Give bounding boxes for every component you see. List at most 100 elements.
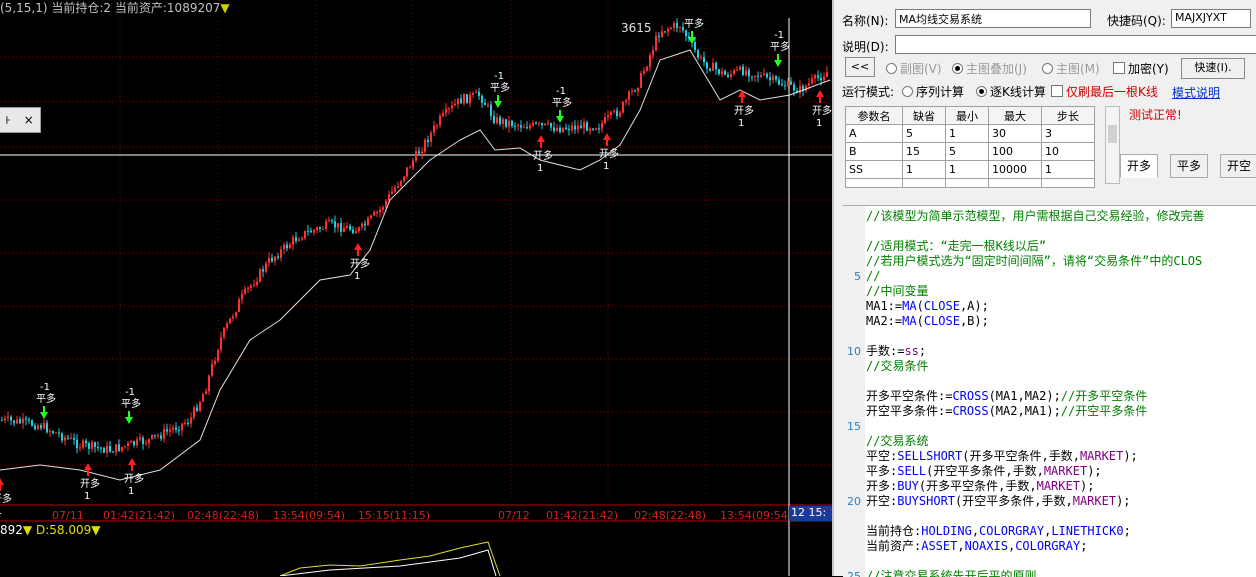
code-line[interactable]: 5 // bbox=[854, 269, 1204, 284]
tab-open-long[interactable]: 开多 bbox=[1120, 154, 1159, 178]
desc-input[interactable] bbox=[895, 35, 1256, 54]
candle-body bbox=[433, 125, 435, 133]
candle-body bbox=[256, 281, 258, 286]
param-scrollbar[interactable] bbox=[1105, 106, 1120, 184]
code-line[interactable]: //若用户模式选为“固定时间间隔”，请将“交易条件”中的CLOS bbox=[866, 254, 1204, 269]
param-body[interactable]: A 5 1 30 3 B 15 5 100 10 SS 1 1 10000 1 bbox=[845, 124, 1095, 188]
param-cell[interactable] bbox=[1041, 178, 1095, 188]
param-cell[interactable]: 1 bbox=[945, 160, 989, 179]
param-cell[interactable]: 30 bbox=[988, 124, 1042, 143]
code-line[interactable]: 平多:SELL(开空平多条件,手数,MARKET); bbox=[866, 464, 1204, 479]
code-line[interactable]: 当前持仓:HOLDING,COLORGRAY,LINETHICK0; bbox=[866, 524, 1204, 539]
code-line[interactable]: //该模型为简单示范模型，用户需根据自己交易经验，修改完善 bbox=[866, 209, 1204, 224]
code-line[interactable]: 10 手数:=ss; bbox=[847, 344, 1204, 359]
last-bar-checkbox[interactable]: 仅刷最后一根K线 bbox=[1051, 83, 1158, 100]
encrypt-label: 加密(Y) bbox=[1128, 62, 1169, 76]
flat-long-arrow-icon bbox=[774, 60, 782, 67]
radio-seq[interactable]: 序列计算 bbox=[902, 83, 964, 100]
param-cell[interactable]: 5 bbox=[945, 142, 989, 161]
code-line[interactable]: MA2:=MA(CLOSE,B); bbox=[866, 314, 1204, 329]
fast-button[interactable]: 快速(I). bbox=[1181, 58, 1245, 79]
candle-body bbox=[520, 125, 522, 128]
code-line[interactable]: 开多平空条件:=CROSS(MA1,MA2);//开多平空条件 bbox=[866, 389, 1204, 404]
flat-long-arrow-icon bbox=[494, 101, 502, 108]
signal-qty: 1 bbox=[603, 161, 609, 172]
code-line[interactable] bbox=[866, 509, 1204, 524]
code-line[interactable]: //交易条件 bbox=[866, 359, 1204, 374]
code-line[interactable]: //交易系统 bbox=[866, 434, 1204, 449]
param-cell[interactable]: 1 bbox=[1041, 160, 1095, 179]
code-text[interactable]: //该模型为简单示范模型，用户需根据自己交易经验，修改完善 //适用模式：“走完一… bbox=[847, 209, 1204, 577]
code-line[interactable] bbox=[866, 554, 1204, 569]
code-token: (MA1,MA2); bbox=[988, 389, 1061, 403]
pin-icon[interactable]: ꜔ bbox=[5, 113, 11, 127]
code-line[interactable]: //适用模式：“走完一根K线以后” bbox=[866, 239, 1204, 254]
name-input[interactable]: MA均线交易系统 bbox=[895, 9, 1091, 28]
candle-body bbox=[40, 425, 42, 429]
code-line[interactable]: 开多:BUY(开多平空条件,手数,MARKET); bbox=[866, 479, 1204, 494]
code-token: NOAXIS bbox=[964, 539, 1008, 553]
encrypt-checkbox[interactable]: 加密(Y) bbox=[1113, 60, 1169, 77]
param-cell[interactable]: 3 bbox=[1041, 124, 1095, 143]
param-row[interactable]: B 15 5 100 10 bbox=[845, 142, 1095, 161]
param-cell[interactable]: 1 bbox=[945, 124, 989, 143]
param-cell[interactable]: B bbox=[845, 142, 903, 161]
param-row[interactable]: A 5 1 30 3 bbox=[845, 124, 1095, 143]
code-line[interactable]: 当前资产:ASSET,NOAXIS,COLORGRAY; bbox=[866, 539, 1204, 554]
flat-long-arrow-icon bbox=[125, 417, 133, 424]
mode-help-link[interactable]: 模式说明 bbox=[1172, 84, 1220, 101]
back-button[interactable]: << bbox=[845, 57, 875, 77]
candle-body bbox=[646, 66, 648, 71]
candle-body bbox=[751, 76, 753, 78]
param-cell[interactable]: SS bbox=[845, 160, 903, 179]
param-cell[interactable]: 100 bbox=[988, 142, 1042, 161]
code-line[interactable]: MA1:=MA(CLOSE,A); bbox=[866, 299, 1204, 314]
close-icon[interactable]: × bbox=[24, 113, 34, 127]
param-row-empty[interactable] bbox=[845, 178, 1095, 188]
radio-overlay[interactable]: 主图叠加(J) bbox=[952, 60, 1027, 77]
param-cell[interactable] bbox=[845, 178, 903, 188]
code-line[interactable]: 15 bbox=[847, 419, 1204, 434]
param-cell[interactable]: 15 bbox=[902, 142, 946, 161]
tab-open-short[interactable]: 开空 bbox=[1220, 154, 1256, 178]
code-token: // bbox=[866, 269, 881, 283]
kline-chart[interactable]: 3615平多-1平多-1开多1开多1开多1平多-1平多-1开多1开多1平多开多1… bbox=[0, 0, 832, 576]
code-token: ; bbox=[1080, 539, 1088, 553]
radio-subchart[interactable]: 副图(V) bbox=[886, 60, 942, 77]
chart-area[interactable]: 3615 平多 -1 平多 -1 开多 1 开多 1 开多 1 平多 -1 平多 -1 开多 1 开多 1 平多 开多 1… bbox=[0, 0, 832, 576]
param-cell[interactable] bbox=[902, 178, 946, 188]
code-line[interactable]: 20 开空:BUYSHORT(开空平多条件,手数,MARKET); bbox=[847, 494, 1204, 509]
code-editor[interactable]: //该模型为简单示范模型，用户需根据自己交易经验，修改完善 //适用模式：“走完一… bbox=[843, 205, 1256, 577]
code-token: 当前资产: bbox=[866, 539, 922, 553]
header-arrow-icon: ▼ bbox=[220, 1, 230, 15]
param-cell[interactable]: A bbox=[845, 124, 903, 143]
candle-body bbox=[721, 71, 723, 74]
code-line[interactable] bbox=[866, 329, 1204, 344]
scrollbar-thumb[interactable] bbox=[1108, 125, 1117, 143]
candle-body bbox=[196, 407, 198, 411]
code-line[interactable]: 平空:SELLSHORT(开多平空条件,手数,MARKET); bbox=[866, 449, 1204, 464]
param-cell[interactable] bbox=[988, 178, 1042, 188]
code-line[interactable] bbox=[866, 374, 1204, 389]
param-table[interactable]: 参数名 缺省 最小 最大 步长 A 5 1 30 3 B 15 5 100 10 SS 1 1 10000 1 bbox=[845, 106, 1095, 188]
code-line[interactable]: 开空平多条件:=CROSS(MA2,MA1);//开空平多条件 bbox=[866, 404, 1204, 419]
shortcut-input[interactable]: MAJXJYXT bbox=[1171, 9, 1251, 28]
param-cell[interactable]: 5 bbox=[902, 124, 946, 143]
param-header-cell: 步长 bbox=[1041, 106, 1095, 125]
candle-body bbox=[544, 123, 546, 126]
tab-close-long[interactable]: 平多 bbox=[1170, 154, 1209, 178]
radio-main[interactable]: 主图(M) bbox=[1042, 60, 1100, 77]
code-line[interactable] bbox=[866, 224, 1204, 239]
param-cell[interactable] bbox=[945, 178, 989, 188]
candle-body bbox=[685, 30, 687, 37]
param-row[interactable]: SS 1 1 10000 1 bbox=[845, 160, 1095, 179]
param-cell[interactable]: 10000 bbox=[988, 160, 1042, 179]
floating-toolbar[interactable]: ꜔ × bbox=[0, 107, 41, 133]
param-cell[interactable]: 1 bbox=[902, 160, 946, 179]
code-line[interactable]: //中间变量 bbox=[866, 284, 1204, 299]
candle-body bbox=[79, 447, 81, 449]
candle-body bbox=[745, 70, 747, 76]
signal-label: 开多 bbox=[599, 147, 619, 160]
param-cell[interactable]: 10 bbox=[1041, 142, 1095, 161]
radio-bar[interactable]: 逐K线计算 bbox=[976, 83, 1046, 100]
